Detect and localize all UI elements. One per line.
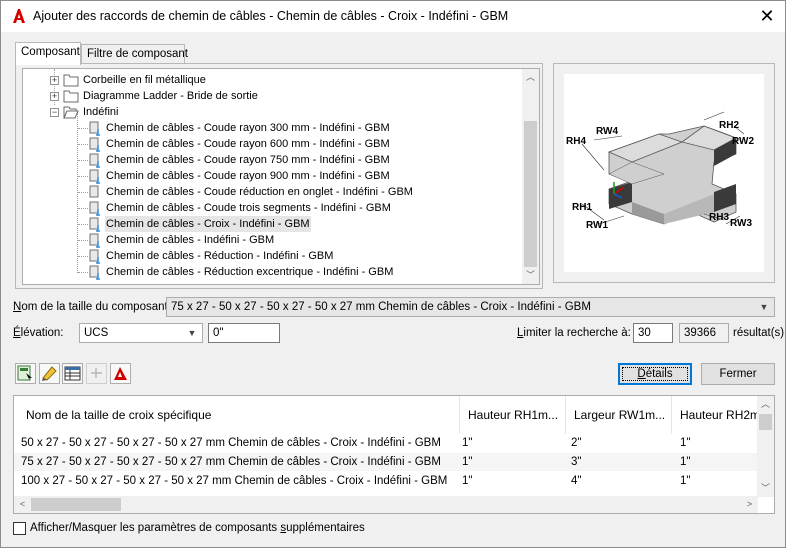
tab-filtre-de-composant[interactable]: Filtre de composant xyxy=(81,44,188,64)
tree-folder-corbeille[interactable]: + Corbeille en fil métallique xyxy=(23,72,503,88)
tree-item[interactable]: Chemin de câbles - Coude trois segments … xyxy=(23,200,503,216)
component-preview-panel: RW4 RH4 RH2 RW2 RH1 RW1 RH3 RW3 xyxy=(553,63,775,283)
dimension-label: RH1 xyxy=(572,202,593,213)
table-row-selected[interactable]: 75 x 27 - 50 x 27 - 50 x 27 - 50 x 27 mm… xyxy=(14,453,758,471)
sizes-grid[interactable]: Nom de la taille de croix spécifique Hau… xyxy=(13,395,775,514)
scroll-thumb[interactable] xyxy=(759,414,772,430)
tree-item[interactable]: Chemin de câbles - Coude rayon 900 mm - … xyxy=(23,168,503,184)
dimension-label: RW2 xyxy=(732,136,755,147)
cable-tray-fitting-icon xyxy=(89,217,100,232)
close-icon[interactable]: ✕ xyxy=(757,6,777,26)
scroll-down-icon[interactable]: ﹀ xyxy=(522,267,539,284)
chevron-down-icon: ▼ xyxy=(187,328,197,338)
catalog-browser-button[interactable] xyxy=(62,363,83,384)
results-count: 39366 xyxy=(679,323,729,343)
tree-item[interactable]: Chemin de câbles - Réduction - Indéfini … xyxy=(23,248,503,264)
tree-item[interactable]: Chemin de câbles - Coude réduction en on… xyxy=(23,184,503,200)
dimension-label: RW3 xyxy=(730,218,753,229)
cable-tray-fitting-icon xyxy=(89,169,100,184)
tree-item[interactable]: Chemin de câbles - Coude rayon 750 mm - … xyxy=(23,152,503,168)
show-extra-params-label[interactable]: Afficher/Masquer les paramètres de compo… xyxy=(30,522,365,534)
tab-composant[interactable]: Composant xyxy=(15,42,81,65)
autocad-app-icon xyxy=(114,367,127,380)
grid-header: Nom de la taille de croix spécifique Hau… xyxy=(14,396,758,434)
cross-fitting-preview: RW4 RH4 RH2 RW2 RH1 RW1 RH3 RW3 xyxy=(564,74,764,272)
elevation-mode-dropdown[interactable]: UCS ▼ xyxy=(79,323,203,343)
add-cable-tray-fittings-dialog: Ajouter des raccords de chemin de câbles… xyxy=(0,0,786,548)
brush-icon xyxy=(42,366,57,381)
select-icon xyxy=(17,365,32,381)
cable-tray-fitting-icon xyxy=(89,153,100,168)
dimension-label: RW4 xyxy=(596,126,619,137)
cable-tray-fitting-icon xyxy=(89,185,99,198)
dimension-label: RH4 xyxy=(566,136,587,147)
scroll-up-icon[interactable]: ︿ xyxy=(757,396,774,413)
show-extra-params-checkbox[interactable] xyxy=(13,522,26,535)
scroll-thumb[interactable] xyxy=(524,121,537,267)
cable-tray-fitting-icon xyxy=(89,265,100,280)
grid-vertical-scrollbar[interactable]: ︿ ﹀ xyxy=(757,396,774,497)
open-folder-icon xyxy=(63,106,79,119)
table-row[interactable]: 100 x 27 - 50 x 27 - 50 x 27 - 50 x 27 m… xyxy=(14,472,758,490)
window-title: Ajouter des raccords de chemin de câbles… xyxy=(33,9,509,23)
dimension-label: RW1 xyxy=(586,220,609,231)
expand-plus-icon[interactable]: + xyxy=(50,92,59,101)
scroll-right-icon[interactable]: > xyxy=(741,496,758,513)
close-button[interactable]: Fermer xyxy=(701,363,775,385)
connector-icon xyxy=(91,368,102,378)
dimension-label: RH3 xyxy=(709,212,730,223)
elevation-label: Élévation: xyxy=(13,327,64,339)
column-header[interactable]: Hauteur RH1m... xyxy=(460,396,566,434)
folder-icon xyxy=(63,74,79,87)
component-size-dropdown[interactable]: 75 x 27 - 50 x 27 - 50 x 27 - 50 x 27 mm… xyxy=(166,297,775,317)
limit-input[interactable]: 30 xyxy=(633,323,673,343)
results-suffix: résultat(s) xyxy=(733,327,785,339)
add-connector-button[interactable] xyxy=(86,363,107,384)
scroll-thumb[interactable] xyxy=(31,498,121,511)
scroll-left-icon[interactable]: < xyxy=(14,496,31,513)
grid-horizontal-scrollbar[interactable]: < > xyxy=(14,496,758,513)
column-header[interactable]: Largeur RW1m... xyxy=(566,396,672,434)
limit-label: Limiter la recherche à: xyxy=(517,327,631,339)
cable-tray-fitting-icon xyxy=(89,233,100,248)
match-properties-button[interactable] xyxy=(39,363,60,384)
scroll-up-icon[interactable]: ︿ xyxy=(522,69,539,86)
tree-item[interactable]: Chemin de câbles - Indéfini - GBM xyxy=(23,232,503,248)
folder-icon xyxy=(63,90,79,103)
chevron-down-icon: ▼ xyxy=(759,302,769,312)
cable-tray-fitting-icon xyxy=(89,137,100,152)
autocad-logo-icon xyxy=(11,8,27,24)
column-header[interactable]: Hauteur RH2m xyxy=(672,396,758,434)
tree-item[interactable]: Chemin de câbles - Coude rayon 300 mm - … xyxy=(23,120,503,136)
details-button[interactable]: Détails xyxy=(618,363,692,385)
component-tree[interactable]: + Corbeille en fil métallique + Diagramm… xyxy=(22,68,540,285)
elevation-input[interactable]: 0" xyxy=(208,323,280,343)
table-row[interactable]: 50 x 27 - 50 x 27 - 50 x 27 - 50 x 27 mm… xyxy=(14,434,758,452)
dimension-label: RH2 xyxy=(719,120,740,131)
size-label: Nom de la taille du composant: xyxy=(13,301,171,313)
tree-item[interactable]: Chemin de câbles - Coude rayon 600 mm - … xyxy=(23,136,503,152)
autocad-command-button[interactable] xyxy=(110,363,131,384)
select-in-drawing-button[interactable] xyxy=(15,363,36,384)
expand-plus-icon[interactable]: + xyxy=(50,76,59,85)
title-bar: Ajouter des raccords de chemin de câbles… xyxy=(1,1,785,32)
collapse-minus-icon[interactable]: − xyxy=(50,108,59,117)
tree-item-selected[interactable]: Chemin de câbles - Croix - Indéfini - GB… xyxy=(23,216,503,232)
cable-tray-fitting-icon xyxy=(89,201,100,216)
scroll-down-icon[interactable]: ﹀ xyxy=(757,480,774,497)
tree-folder-ladder[interactable]: + Diagramme Ladder - Bride de sortie xyxy=(23,88,503,104)
component-tree-panel: + Corbeille en fil métallique + Diagramm… xyxy=(15,63,543,289)
cable-tray-fitting-icon xyxy=(89,121,100,136)
cable-tray-fitting-icon xyxy=(89,249,100,264)
table-icon xyxy=(64,366,81,381)
tree-vertical-scrollbar[interactable]: ︿ ﹀ xyxy=(522,69,539,284)
column-header[interactable]: Nom de la taille de croix spécifique xyxy=(14,396,460,434)
tree-item[interactable]: Chemin de câbles - Réduction excentrique… xyxy=(23,264,503,280)
tree-folder-indefini[interactable]: − Indéfini xyxy=(23,104,503,120)
